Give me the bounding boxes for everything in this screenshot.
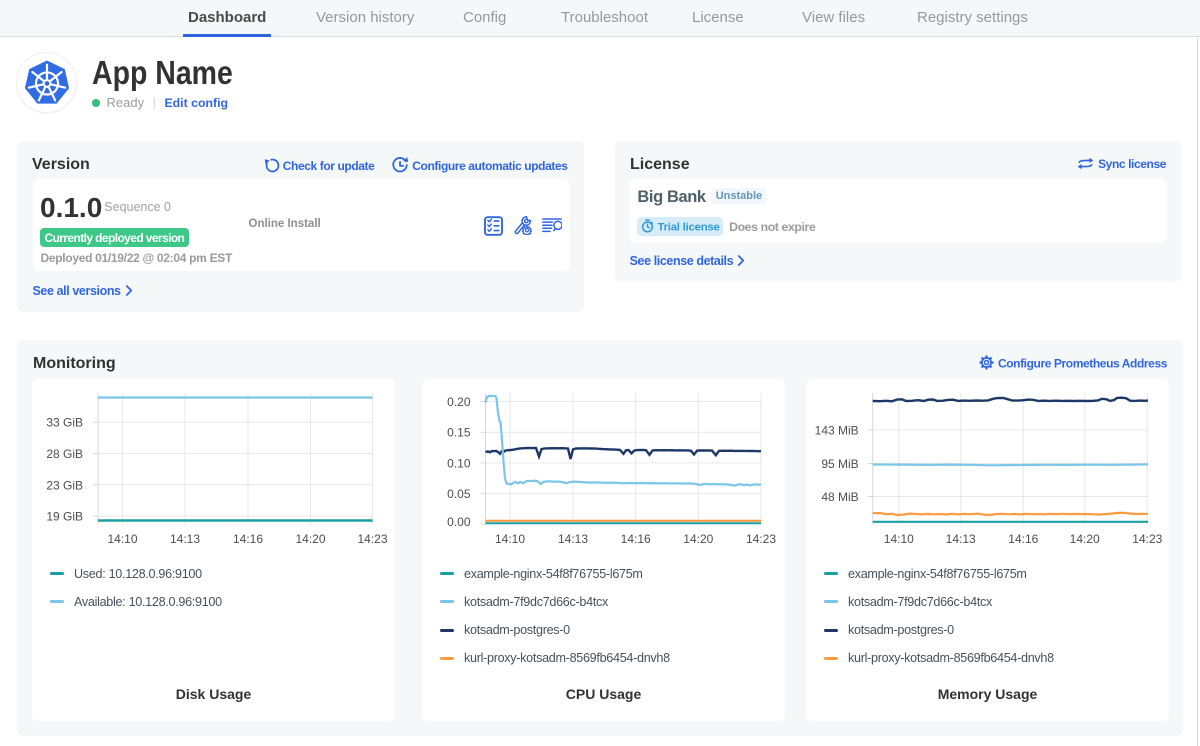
svg-text:14:10: 14:10 xyxy=(107,532,137,546)
svg-text:28 GiB: 28 GiB xyxy=(46,447,83,461)
svg-text:14:23: 14:23 xyxy=(746,532,776,546)
svg-text:143 MiB: 143 MiB xyxy=(815,423,859,437)
svg-text:23 GiB: 23 GiB xyxy=(46,478,83,492)
svg-text:14:16: 14:16 xyxy=(233,532,263,546)
svg-text:14:13: 14:13 xyxy=(170,532,200,546)
svg-text:14:10: 14:10 xyxy=(495,532,525,546)
svg-text:14:20: 14:20 xyxy=(295,532,325,546)
svg-text:33 GiB: 33 GiB xyxy=(46,416,83,430)
svg-text:0.10: 0.10 xyxy=(447,456,471,470)
svg-text:14:13: 14:13 xyxy=(946,532,976,546)
svg-text:0.20: 0.20 xyxy=(447,395,471,409)
svg-text:95 MiB: 95 MiB xyxy=(821,457,858,471)
svg-text:14:23: 14:23 xyxy=(357,532,387,546)
svg-text:14:23: 14:23 xyxy=(1132,532,1162,546)
svg-text:14:10: 14:10 xyxy=(884,532,914,546)
svg-text:19 GiB: 19 GiB xyxy=(46,510,83,524)
svg-text:14:16: 14:16 xyxy=(621,532,651,546)
svg-text:14:13: 14:13 xyxy=(558,532,588,546)
svg-text:48 MiB: 48 MiB xyxy=(821,490,858,504)
svg-text:14:16: 14:16 xyxy=(1008,532,1038,546)
svg-text:0.05: 0.05 xyxy=(447,487,471,501)
svg-text:0.00: 0.00 xyxy=(447,515,471,529)
svg-text:0.15: 0.15 xyxy=(447,426,471,440)
svg-text:14:20: 14:20 xyxy=(683,532,713,546)
svg-text:14:20: 14:20 xyxy=(1070,532,1100,546)
